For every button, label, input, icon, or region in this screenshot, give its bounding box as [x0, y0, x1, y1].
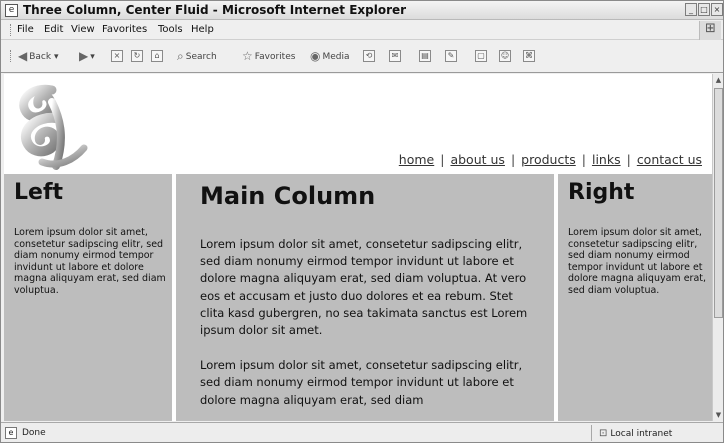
minimize-icon[interactable]: _	[685, 3, 697, 16]
nav-separator: |	[440, 152, 445, 167]
menu-bar: File Edit View Favorites Tools Help	[1, 21, 723, 40]
stop-icon[interactable]: ×	[111, 50, 123, 62]
home-icon[interactable]: ⌂	[151, 50, 163, 62]
mail-icon[interactable]: ✉	[389, 50, 401, 62]
status-divider	[591, 425, 592, 441]
menu-edit[interactable]: Edit	[44, 24, 63, 35]
left-column-heading: Left	[14, 180, 64, 205]
menu-tools[interactable]: Tools	[158, 24, 183, 35]
menu-help[interactable]: Help	[191, 24, 214, 35]
page-done-icon: e	[5, 427, 17, 439]
nav-separator: |	[626, 152, 631, 167]
status-text: Done	[22, 428, 46, 438]
nav-link-contact-us[interactable]: contact us	[637, 152, 702, 167]
search-icon: ⌕	[177, 49, 184, 63]
windows-logo-icon: ⊞	[699, 21, 721, 40]
media-button[interactable]: ◉ Media	[310, 49, 350, 63]
search-button[interactable]: ⌕ Search	[177, 49, 217, 64]
close-icon[interactable]: ×	[711, 3, 723, 16]
nav-separator: |	[510, 152, 516, 167]
right-column: Right Lorem ipsum dolor sit amet, conset…	[558, 174, 712, 421]
scroll-down-icon[interactable]: ▼	[713, 409, 723, 421]
page-viewport: home | about us | products | links | contact us …	[4, 74, 712, 421]
forward-button[interactable]: ▶ ▾	[79, 49, 95, 63]
edit-icon[interactable]: ✎	[445, 50, 457, 62]
left-column-text: Lorem ipsum dolor sit amet, consetetur s…	[14, 227, 166, 296]
top-nav: home | about us | products | links | contact us	[399, 152, 702, 167]
window-title: Three Column, Center Fluid - Microsoft I…	[23, 3, 407, 17]
research-icon[interactable]: ⌘	[523, 50, 535, 62]
scroll-up-icon[interactable]: ▲	[713, 74, 723, 86]
main-column: Main Column Lorem ipsum dolor sit amet, …	[176, 174, 556, 421]
ie-page-icon: e	[5, 4, 18, 17]
browser-window: e Three Column, Center Fluid - Microsoft…	[0, 0, 724, 443]
nav-link-products[interactable]: products	[521, 152, 576, 167]
right-column-heading: Right	[568, 180, 635, 205]
site-logo	[19, 84, 88, 170]
status-bar: e Done ⊡ Local intranet	[1, 422, 723, 442]
main-paragraph-2: Lorem ipsum dolor sit amet, consetetur s…	[200, 358, 523, 407]
maximize-icon[interactable]: □	[698, 3, 710, 16]
toolbar-grip[interactable]	[10, 24, 12, 36]
media-icon: ◉	[310, 49, 321, 63]
menu-file[interactable]: File	[17, 24, 34, 35]
discuss-icon[interactable]: ▢	[475, 50, 487, 62]
refresh-icon[interactable]: ↻	[131, 50, 143, 62]
back-arrow-icon: ◀	[18, 49, 28, 63]
window-controls: _ □ ×	[685, 3, 723, 16]
left-column: Left Lorem ipsum dolor sit amet, consete…	[4, 174, 174, 421]
nav-link-links[interactable]: links	[592, 152, 621, 167]
forward-arrow-icon: ▶	[79, 49, 89, 63]
back-button[interactable]: ◀ Back ▾	[18, 49, 58, 63]
standard-toolbar: ◀ Back ▾ ▶ ▾ × ↻ ⌂ ⌕ Search ☆ Favorites ◉ Med…	[1, 41, 723, 73]
favorites-button[interactable]: ☆ Favorites	[242, 49, 295, 63]
menu-favorites[interactable]: Favorites	[102, 24, 147, 35]
main-paragraph-1: Lorem ipsum dolor sit amet, consetetur s…	[200, 237, 528, 338]
intranet-icon: ⊡	[599, 428, 608, 439]
security-zone: ⊡ Local intranet	[599, 428, 673, 439]
nav-link-home[interactable]: home	[399, 152, 434, 167]
vertical-scrollbar[interactable]: ▲ ▼	[712, 74, 723, 421]
nav-separator: |	[581, 152, 586, 167]
nav-link-about-us[interactable]: about us	[450, 152, 504, 167]
title-bar[interactable]: e Three Column, Center Fluid - Microsoft…	[1, 1, 723, 20]
scrollbar-thumb[interactable]	[714, 88, 723, 318]
messenger-icon[interactable]: ☺	[499, 50, 511, 62]
print-icon[interactable]: ▤	[419, 50, 431, 62]
menu-view[interactable]: View	[71, 24, 95, 35]
right-column-text: Lorem ipsum dolor sit amet, consetetur s…	[568, 227, 707, 296]
history-icon[interactable]: ⟲	[363, 50, 375, 62]
star-icon: ☆	[242, 49, 253, 63]
toolbar-grip[interactable]	[10, 50, 12, 62]
main-column-heading: Main Column	[200, 182, 376, 210]
